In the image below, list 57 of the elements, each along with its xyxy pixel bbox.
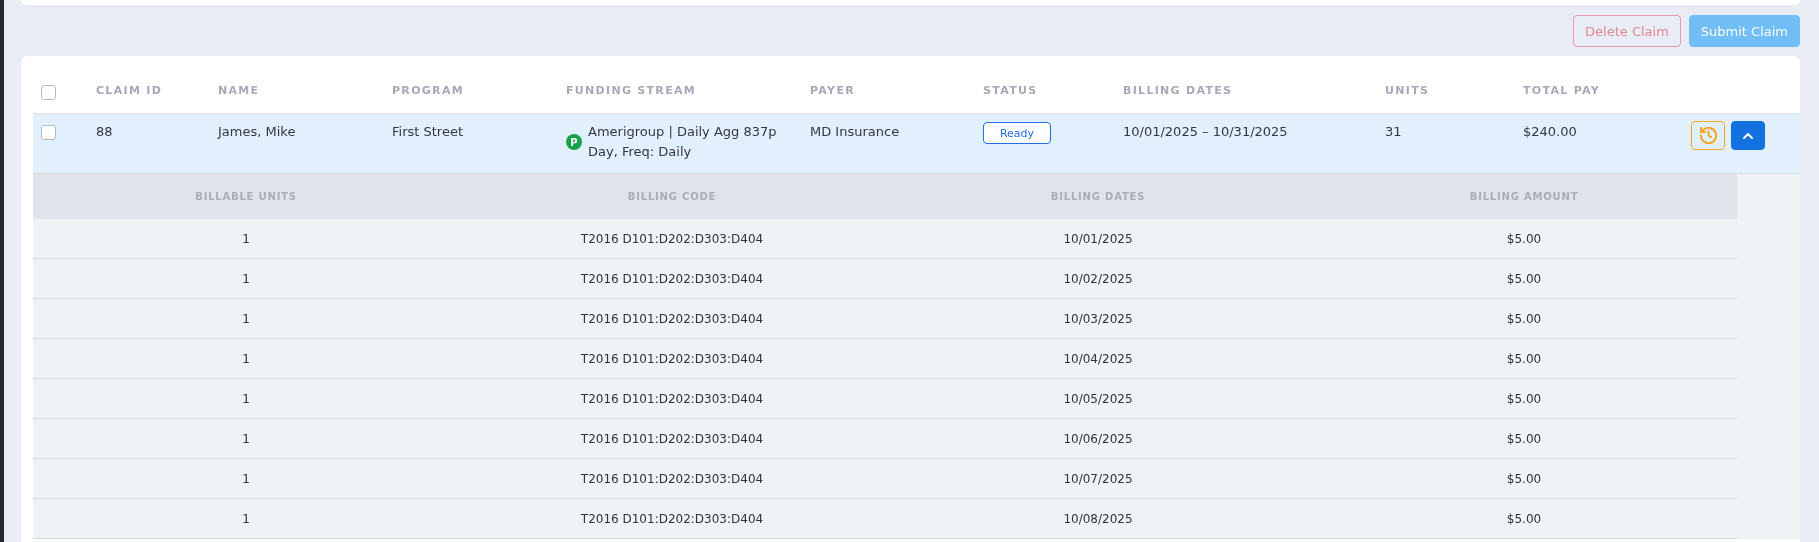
table-cell-text: $5.00 — [1505, 311, 1543, 326]
table-cell-text: T2016 D101:D202:D303:D404 — [579, 431, 765, 446]
table-cell-text: 10/07/2025 — [1062, 471, 1134, 486]
table-cell-text: 10/05/2025 — [1062, 391, 1134, 406]
table-cell-text: T2016 D101:D202:D303:D404 — [579, 351, 765, 366]
table-cell-text: First Street — [392, 123, 464, 141]
table-cell-text: $5.00 — [1505, 391, 1543, 406]
column-header: TOTAL PAY — [1523, 84, 1602, 97]
table-cell-text: $5.00 — [1505, 271, 1543, 286]
table-cell-text: T2016 D101:D202:D303:D404 — [579, 471, 765, 486]
table-cell-text: T2016 D101:D202:D303:D404 — [579, 231, 765, 246]
column-header: STATUS — [983, 84, 1039, 97]
table-cell-text: $5.00 — [1505, 431, 1543, 446]
table-cell-text: 10/01/2025 — [1062, 231, 1134, 246]
column-header: BILLING DATES — [1123, 84, 1234, 97]
table-cell-text: 10/01/2025 – 10/31/2025 — [1123, 123, 1289, 141]
table-cell-text: $240.00 — [1523, 123, 1578, 141]
column-header: PROGRAM — [392, 84, 465, 97]
table-cell-text: 1 — [241, 311, 251, 326]
table-cell-text: $5.00 — [1505, 231, 1543, 246]
table-cell-text: 1 — [241, 271, 251, 286]
status-badge: Ready — [983, 122, 1051, 144]
table-cell-text: 1 — [241, 231, 251, 246]
select-all-checkbox[interactable] — [41, 84, 56, 100]
history-icon — [1699, 127, 1717, 144]
table-cell-text: Amerigroup | Daily Agg 837p Day, Freq: Daily — [588, 123, 778, 161]
table-cell-text: 1 — [241, 351, 251, 366]
table-cell-text: 10/08/2025 — [1062, 511, 1134, 526]
table-cell-text: 10/06/2025 — [1062, 431, 1134, 446]
table-cell-text: $5.00 — [1505, 471, 1543, 486]
claim-row[interactable]: 88 James, Mike First Street P Amerigroup | Daily Agg 837p Day, Freq: Daily MD Insurance Ready 10/01/2025 – 10/31/2025 31 $240.00 — [33, 114, 1800, 174]
table-cell-text: 1 — [241, 471, 251, 486]
column-header: PAYER — [810, 84, 856, 97]
program-badge: P — [566, 134, 582, 150]
table-cell-text: 88 — [96, 123, 114, 141]
table-cell-text: $5.00 — [1505, 351, 1543, 366]
column-header: UNITS — [1385, 84, 1431, 97]
table-cell-text: 10/03/2025 — [1062, 311, 1134, 326]
table-cell-text: T2016 D101:D202:D303:D404 — [579, 271, 765, 286]
table-cell-text: 1 — [241, 431, 251, 446]
table-cell-text: 10/02/2025 — [1062, 271, 1134, 286]
table-cell-text: $5.00 — [1505, 511, 1543, 526]
history-button[interactable] — [1691, 121, 1725, 150]
table-cell-text: 10/04/2025 — [1062, 351, 1134, 366]
column-header: CLAIM ID — [96, 84, 164, 97]
column-header: FUNDING STREAM — [566, 84, 697, 97]
table-cell-text: 1 — [241, 511, 251, 526]
table-cell-text: MD Insurance — [810, 123, 901, 141]
table-cell-text: 31 — [1385, 123, 1403, 141]
column-header: NAME — [218, 84, 261, 97]
collapse-button[interactable] — [1731, 121, 1765, 150]
table-cell-text: 1 — [241, 391, 251, 406]
row-checkbox[interactable] — [41, 125, 56, 140]
table-cell-text: T2016 D101:D202:D303:D404 — [579, 511, 765, 526]
table-cell-text: T2016 D101:D202:D303:D404 — [579, 311, 765, 326]
table-cell-text: James, Mike — [218, 123, 297, 141]
table-cell-text: T2016 D101:D202:D303:D404 — [579, 391, 765, 406]
